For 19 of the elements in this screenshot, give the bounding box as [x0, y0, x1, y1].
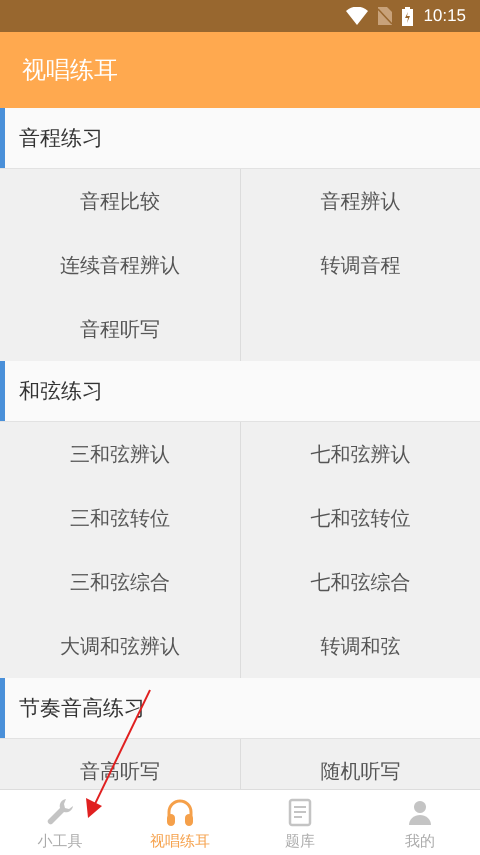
exercise-item[interactable]: 七和弦转位	[240, 486, 480, 550]
exercise-item[interactable]: 七和弦综合	[240, 550, 480, 614]
exercise-item[interactable]: 三和弦综合	[0, 550, 240, 614]
exercise-item[interactable]: 转调音程	[240, 233, 480, 297]
exercise-item[interactable]: 七和弦辨认	[240, 422, 480, 486]
section-title: 和弦练习	[19, 378, 103, 405]
app-title: 视唱练耳	[22, 55, 118, 86]
exercise-item[interactable]: 三和弦转位	[0, 486, 240, 550]
exercise-item[interactable]: 音程听写	[0, 297, 240, 361]
section-title: 音程练习	[19, 125, 103, 152]
exercise-item[interactable]: 音程辨认	[240, 169, 480, 233]
wifi-icon	[346, 7, 368, 25]
exercise-item[interactable]: 连续音程辨认	[0, 233, 240, 297]
exercise-item[interactable]: 音程比较	[0, 169, 240, 233]
exercise-item[interactable]: 三和弦辨认	[0, 422, 240, 486]
battery-charging-icon	[402, 6, 414, 26]
status-time: 10:15	[423, 6, 466, 26]
exercise-item[interactable]: 大调和弦辨认	[0, 614, 240, 678]
no-sim-icon	[378, 7, 392, 25]
